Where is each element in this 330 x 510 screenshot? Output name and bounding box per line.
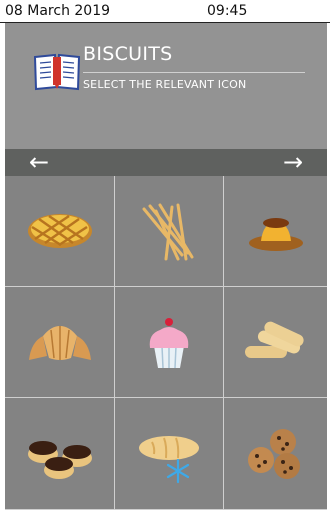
category-header: BISCUITS SELECT THE RELEVANT ICON xyxy=(5,23,327,149)
ladyfingers-icon xyxy=(244,321,304,358)
frozen-bread-icon xyxy=(139,435,199,483)
status-time: 09:45 xyxy=(207,3,248,19)
cupcake-icon xyxy=(149,318,189,369)
grid-cell-frozen-bread[interactable] xyxy=(115,398,224,510)
page-title: BISCUITS xyxy=(83,43,173,65)
header-divider xyxy=(83,72,305,73)
grid-cell-eclairs[interactable] xyxy=(5,398,115,510)
flan-icon xyxy=(248,218,303,251)
croissant-icon xyxy=(28,326,91,360)
grid-cell-cookies[interactable] xyxy=(224,398,327,510)
grid-cell-flan[interactable] xyxy=(224,176,327,287)
navigation-bar: ← → xyxy=(5,149,327,176)
grid-cell-croissant[interactable] xyxy=(5,287,115,398)
open-book-icon xyxy=(33,53,81,91)
grid-cell-pie[interactable] xyxy=(5,176,115,287)
eclairs-icon xyxy=(27,440,92,479)
status-date: 08 March 2019 xyxy=(5,3,111,19)
cookies-icon xyxy=(247,428,300,479)
grid-cell-ladyfingers[interactable] xyxy=(224,287,327,398)
grid-cell-breadsticks[interactable] xyxy=(115,176,224,287)
icon-grid xyxy=(5,176,327,510)
pie-icon xyxy=(27,214,92,248)
next-page-button[interactable]: → xyxy=(271,149,315,176)
status-bar: 08 March 2019 09:45 xyxy=(0,0,330,23)
grid-cell-cupcake[interactable] xyxy=(115,287,224,398)
previous-page-button[interactable]: ← xyxy=(17,149,61,176)
breadsticks-icon xyxy=(142,203,194,261)
page-subtitle: SELECT THE RELEVANT ICON xyxy=(83,78,247,91)
